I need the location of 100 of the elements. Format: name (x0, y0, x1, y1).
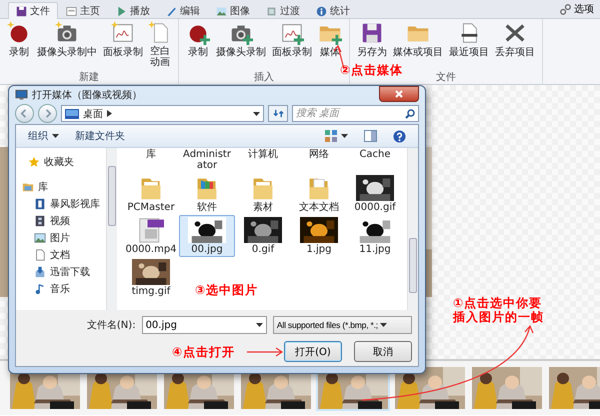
ribbon-tab[interactable]: 播放 (108, 2, 158, 19)
file-item[interactable]: 11.jpg (347, 215, 403, 257)
whiteboard-icon (111, 21, 135, 45)
info-icon (316, 6, 327, 16)
ribbon-button[interactable]: 丢弃项目 (492, 21, 538, 58)
file-item[interactable]: 网络 (291, 148, 347, 173)
save-icon (16, 6, 27, 16)
arrow (247, 348, 284, 356)
film-icon (34, 214, 46, 226)
nav-item[interactable]: 图片 (32, 230, 106, 245)
annotation-text: ②点击媒体 (340, 63, 404, 77)
file-item[interactable]: PCMaster (123, 173, 179, 215)
nav-item[interactable]: 库 (20, 179, 106, 194)
forward-button[interactable] (38, 104, 57, 124)
refresh-button[interactable] (268, 105, 288, 122)
picture-icon (34, 232, 46, 244)
nav-item[interactable]: 收藏夹 (26, 154, 106, 169)
ribbon-button[interactable]: 空白动画 (146, 21, 174, 68)
location-text: 桌面 (83, 108, 103, 121)
video-file-icon (137, 217, 165, 243)
library-icon (22, 180, 34, 192)
file-type-dropdown[interactable]: All supported files (*.bmp, *.; (272, 316, 412, 334)
nav-item[interactable]: 文档 (32, 247, 106, 262)
nav-item[interactable]: 视频 (32, 213, 106, 228)
nav-item[interactable]: 音乐 (32, 281, 106, 296)
desktop-icon (65, 108, 79, 119)
file-item[interactable]: 计算机 (235, 148, 291, 173)
image-icon (216, 6, 227, 16)
file-item[interactable]: Cache (347, 148, 403, 173)
dropdown-arrow-icon (253, 112, 260, 116)
nav-item[interactable]: 迅雷下载 (32, 264, 106, 279)
scrollbar[interactable] (407, 148, 418, 310)
ribbon-button[interactable]: 面板录制 (100, 21, 146, 58)
file-item[interactable]: 1.jpg (291, 215, 347, 257)
ribbon-button[interactable]: 摄像头录制 (213, 21, 269, 58)
help-icon (393, 130, 406, 142)
ribbon-tab[interactable]: 统计 (308, 2, 358, 19)
ribbon-tab[interactable]: 编辑 (158, 2, 208, 19)
film-frame[interactable] (470, 365, 544, 411)
options-button[interactable]: 选项 (554, 2, 600, 16)
ribbon-button[interactable]: 媒体或项目 (390, 21, 446, 58)
film-frame[interactable] (547, 365, 600, 411)
music-note-icon (34, 282, 46, 294)
group-label: 新建 (79, 72, 99, 84)
dropdown-arrow-icon (380, 323, 387, 327)
ribbon-button[interactable]: 录制 (183, 21, 213, 58)
arrow-left-icon (20, 109, 29, 118)
arrow-right-icon (43, 109, 52, 118)
annotation-text: ③选中图片 (195, 283, 258, 297)
file-item[interactable]: 0000.gif (347, 173, 403, 215)
search-icon (405, 108, 415, 119)
file-item[interactable]: 文本文档 (291, 173, 347, 215)
play-icon (116, 6, 127, 16)
square-icon (266, 6, 277, 16)
whiteboard-icon (280, 21, 304, 45)
organize-menu[interactable]: 组织 (24, 128, 63, 144)
cancel-button[interactable]: 取消 (354, 341, 412, 362)
file-item[interactable]: timg.gif (123, 257, 179, 299)
file-item[interactable]: 库 (123, 148, 179, 173)
annotation-text: 插入图片的一帧 (453, 310, 544, 324)
filename-field[interactable]: 00.jpg (142, 316, 267, 334)
save-icon (360, 21, 384, 45)
view-icon (325, 130, 337, 142)
open-button[interactable]: 打开(O) (284, 341, 342, 362)
ribbon-button[interactable]: 录制 (4, 21, 34, 58)
ribbon-button[interactable]: 另存为 (354, 21, 390, 58)
new-folder-button[interactable]: 新建文件夹 (71, 128, 129, 144)
filename-label: 文件名(N): (86, 318, 136, 332)
ribbon-tab[interactable]: 过渡 (258, 2, 308, 19)
film-frame[interactable] (393, 365, 467, 411)
back-button[interactable] (15, 104, 34, 124)
annotation-text: ①点击选中你要 (453, 296, 544, 310)
monitor-icon (15, 88, 28, 101)
ribbon-button[interactable]: 面板录制 (269, 21, 315, 58)
address-field[interactable]: 桌面 (61, 105, 264, 122)
file-item[interactable]: 软件 (179, 173, 235, 215)
window-title: 打开媒体（图像或视频） (32, 88, 142, 102)
close-button[interactable] (379, 86, 419, 102)
refresh-icon (272, 108, 284, 120)
close-icon (395, 90, 403, 98)
chevron-right-icon (107, 110, 112, 118)
pencil-icon (166, 6, 177, 16)
group-label: 插入 (254, 72, 274, 84)
dropdown-arrow-icon (341, 134, 348, 138)
search-field[interactable]: 搜索 桌面 (292, 105, 419, 122)
film-icon (34, 198, 46, 210)
scrollbar[interactable] (106, 148, 117, 310)
group-label: 文件 (436, 72, 456, 84)
file-item[interactable]: 0.gif (235, 215, 291, 257)
ribbon-button[interactable]: 摄像头录制中 (34, 21, 100, 58)
ribbon-tab[interactable]: 主页 (58, 2, 108, 19)
ribbon-tab[interactable]: 文件 (8, 2, 58, 19)
download-icon (34, 266, 46, 278)
file-item[interactable]: 0000.mp4 (123, 215, 179, 257)
ribbon-tab[interactable]: 图像 (208, 2, 258, 19)
file-item[interactable]: Administrator (179, 148, 235, 173)
file-item[interactable]: 素材 (235, 173, 291, 215)
file-item[interactable]: 00.jpg (179, 215, 235, 257)
ribbon-button[interactable]: 最近项目 (446, 21, 492, 58)
nav-item[interactable]: 暴风影视库 (32, 196, 106, 211)
